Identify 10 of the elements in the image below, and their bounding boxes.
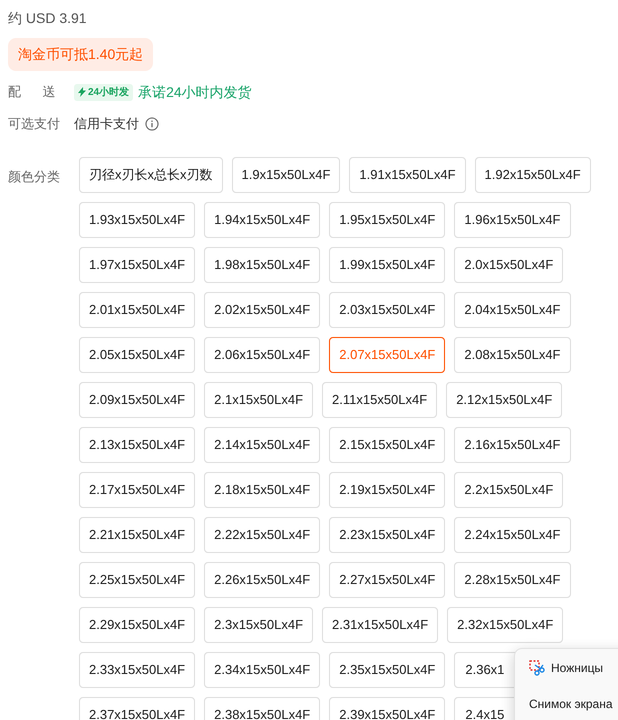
coin-discount-badge: 淘金币可抵1.40元起 (8, 38, 154, 71)
delivery-tag-text: 24小时发 (88, 86, 130, 100)
context-menu-item-text: Ножницы (551, 660, 604, 677)
context-menu-item-text: Снимок экрана (529, 696, 613, 713)
payment-method: 信用卡支付 (74, 115, 139, 134)
delivery-label: 配 送 (8, 83, 57, 102)
price-text: 约 USD 3.91 (8, 9, 87, 28)
payment-label: 可选支付 (8, 115, 61, 134)
delivery-promise: 承诺24小时内发货 (138, 82, 252, 102)
color-options-label: 颜色分类 (8, 168, 61, 186)
